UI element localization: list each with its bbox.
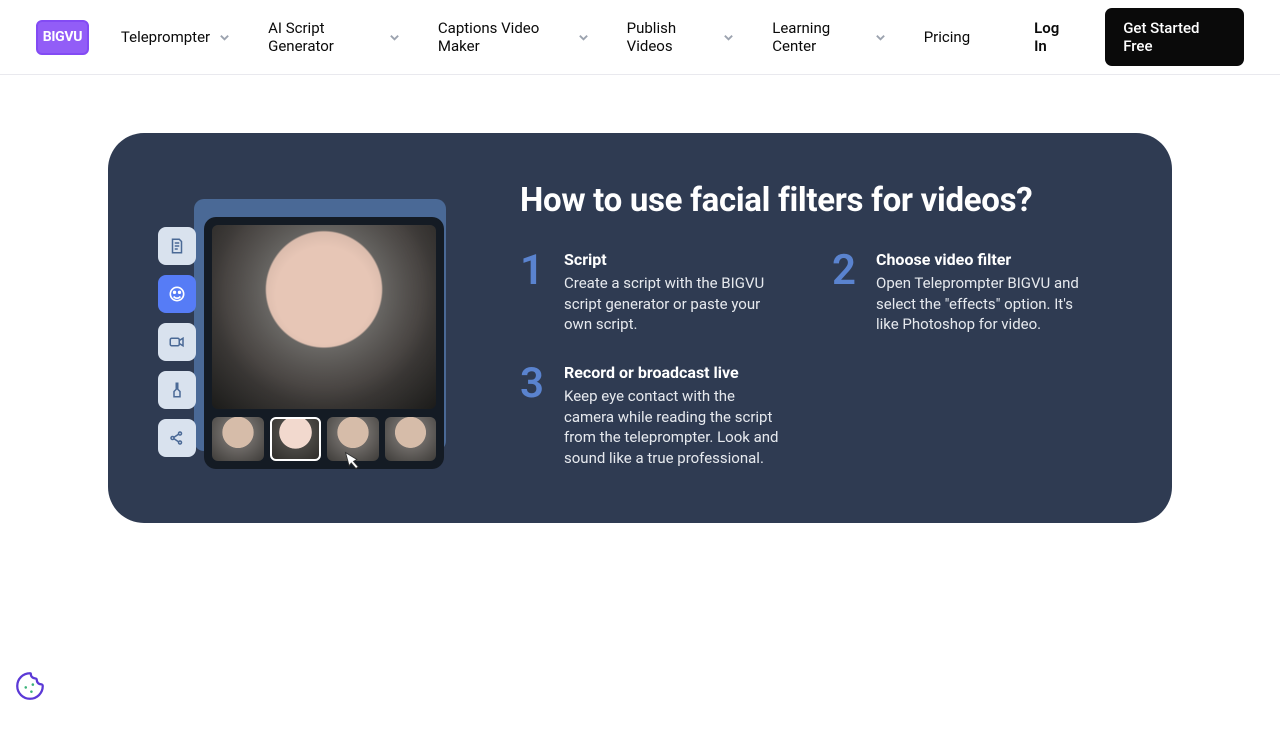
step-text: Keep eye contact with the camera while r…: [564, 386, 784, 469]
script-icon: [158, 227, 196, 265]
step-2: 2 Choose video filter Open Teleprompter …: [832, 250, 1116, 335]
filter-thumb: [385, 417, 437, 461]
filter-thumbnails: [212, 417, 436, 469]
site-header: BIGVU Teleprompter AI Script Generator C…: [0, 0, 1280, 75]
logo[interactable]: BIGVU: [36, 20, 89, 55]
step-number: 1: [520, 250, 550, 335]
login-link[interactable]: Log In: [1034, 19, 1073, 55]
nav-publish-videos[interactable]: Publish Videos: [627, 19, 735, 55]
filter-thumb-selected: [270, 417, 322, 461]
nav-learning-center[interactable]: Learning Center: [772, 19, 885, 55]
nav-teleprompter[interactable]: Teleprompter: [121, 28, 230, 46]
step-title: Record or broadcast live: [564, 363, 804, 382]
nav-label: AI Script Generator: [268, 19, 381, 55]
get-started-button[interactable]: Get Started Free: [1105, 8, 1244, 66]
step-1: 1 Script Create a script with the BIGVU …: [520, 250, 804, 335]
steps-grid: 1 Script Create a script with the BIGVU …: [520, 250, 1116, 469]
hero-title: How to use facial filters for videos?: [520, 181, 1116, 220]
nav-label: Captions Video Maker: [438, 19, 570, 55]
filter-thumb: [212, 417, 264, 461]
nav-label: Publish Videos: [627, 19, 716, 55]
chevron-down-icon: [578, 31, 589, 43]
camera-icon: [158, 323, 196, 361]
nav-label: Learning Center: [772, 19, 866, 55]
hero-illustration: [164, 181, 464, 469]
nav-ai-script-generator[interactable]: AI Script Generator: [268, 19, 400, 55]
illustration-frame: [204, 217, 444, 469]
face-filter-icon: [158, 275, 196, 313]
hero-card: How to use facial filters for videos? 1 …: [108, 133, 1172, 523]
chevron-down-icon: [875, 31, 886, 43]
step-text: Open Teleprompter BIGVU and select the "…: [876, 273, 1096, 335]
pointer-cursor-icon: [335, 447, 370, 486]
brush-icon: [158, 371, 196, 409]
chevron-down-icon: [218, 31, 230, 43]
step-3: 3 Record or broadcast live Keep eye cont…: [520, 363, 804, 469]
step-text: Create a script with the BIGVU script ge…: [564, 273, 784, 335]
nav-label: Pricing: [924, 28, 970, 46]
step-title: Choose video filter: [876, 250, 1116, 269]
cookie-settings-button[interactable]: [12, 668, 48, 704]
hero-content: How to use facial filters for videos? 1 …: [520, 181, 1116, 469]
step-number: 3: [520, 363, 550, 469]
illustration-toolbar: [158, 227, 196, 457]
nav-label: Teleprompter: [121, 28, 210, 46]
share-icon: [158, 419, 196, 457]
nav-captions-video-maker[interactable]: Captions Video Maker: [438, 19, 589, 55]
main-nav: Teleprompter AI Script Generator Caption…: [121, 19, 970, 55]
chevron-down-icon: [389, 31, 400, 43]
main-face-preview: [212, 225, 436, 409]
step-number: 2: [832, 250, 862, 335]
nav-pricing[interactable]: Pricing: [924, 28, 970, 46]
chevron-down-icon: [723, 31, 734, 43]
step-title: Script: [564, 250, 804, 269]
